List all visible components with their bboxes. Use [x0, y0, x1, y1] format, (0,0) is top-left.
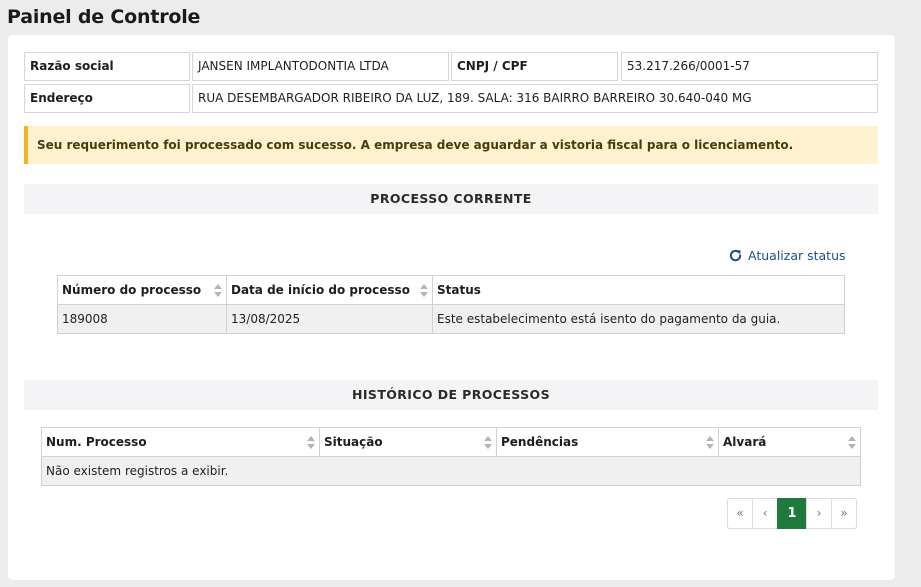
sort-icon — [214, 284, 222, 297]
current-process-heading: PROCESSO CORRENTE — [24, 184, 878, 214]
sort-icon — [420, 284, 428, 297]
page-title: Painel de Controle — [7, 6, 201, 28]
main-card: Razão social JANSEN IMPLANTODONTIA LTDA … — [8, 35, 895, 580]
column-header-pendencias[interactable]: Pendências — [496, 427, 719, 457]
cell-status: Este estabelecimento está isento do paga… — [432, 304, 845, 334]
column-header-alvara[interactable]: Alvará — [718, 427, 861, 457]
sort-icon — [307, 436, 315, 449]
sort-icon — [706, 436, 714, 449]
refresh-status-label: Atualizar status — [748, 248, 846, 263]
refresh-icon — [728, 248, 743, 263]
pagination-next-button[interactable]: › — [806, 498, 832, 529]
history-heading: HISTÓRICO DE PROCESSOS — [24, 380, 878, 410]
cnpj-label: CNPJ / CPF — [451, 52, 618, 81]
razao-social-value: JANSEN IMPLANTODONTIA LTDA — [192, 52, 449, 81]
column-header-status: Status — [432, 275, 845, 305]
sort-icon — [484, 436, 492, 449]
column-header-num-processo[interactable]: Num. Processo — [41, 427, 320, 457]
sort-icon — [848, 436, 856, 449]
table-row: Não existem registros a exibir. — [41, 456, 861, 486]
pagination-prev-button[interactable]: ‹ — [752, 498, 778, 529]
column-header-start-date[interactable]: Data de início do processo — [226, 275, 433, 305]
cell-process-number: 189008 — [57, 304, 227, 334]
success-alert: Seu requerimento foi processado com suce… — [24, 126, 878, 164]
razao-social-label: Razão social — [24, 52, 190, 81]
pagination-page-1[interactable]: 1 — [777, 498, 807, 529]
table-row: 189008 13/08/2025 Este estabelecimento e… — [57, 304, 845, 334]
endereco-label: Endereço — [24, 84, 190, 113]
column-header-process-number[interactable]: Número do processo — [57, 275, 227, 305]
empty-message: Não existem registros a exibir. — [41, 456, 861, 486]
cell-start-date: 13/08/2025 — [226, 304, 433, 334]
column-header-situacao[interactable]: Situação — [319, 427, 497, 457]
current-process-table: Número do processo Data de início do pro… — [57, 275, 845, 334]
refresh-status-link[interactable]: Atualizar status — [728, 248, 846, 263]
pagination-first-button[interactable]: « — [727, 498, 753, 529]
pagination-last-button[interactable]: » — [831, 498, 857, 529]
history-table: Num. Processo Situação Pendências Alvará… — [41, 427, 861, 486]
cnpj-value: 53.217.266/0001-57 — [621, 52, 878, 81]
endereco-value: RUA DESEMBARGADOR RIBEIRO DA LUZ, 189. S… — [192, 84, 878, 113]
pagination: « ‹ 1 › » — [727, 498, 857, 529]
